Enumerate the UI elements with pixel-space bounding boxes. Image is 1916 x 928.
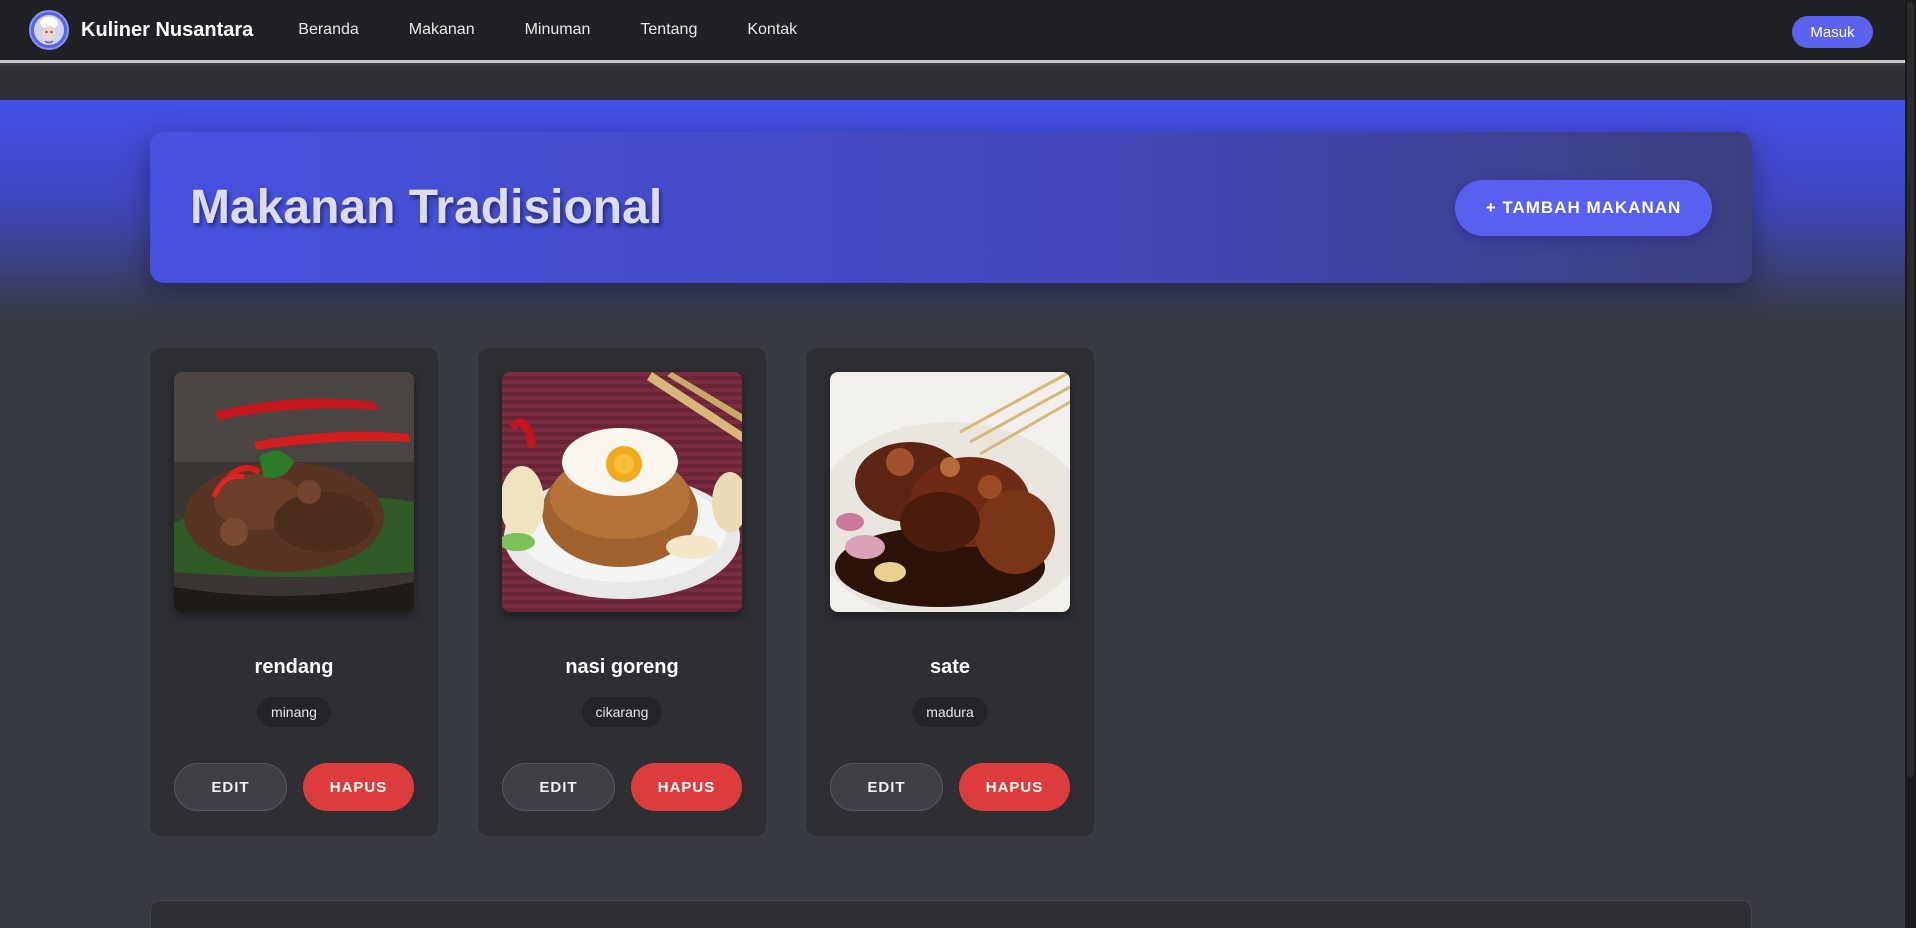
- edit-button[interactable]: EDIT: [174, 763, 287, 811]
- food-card-list: rendang minang EDIT HAPUS nasi goreng ci…: [150, 348, 1134, 836]
- nav-link-minuman[interactable]: Minuman: [525, 21, 591, 39]
- delete-button[interactable]: HAPUS: [959, 763, 1070, 811]
- nav-links: Beranda Makanan Minuman Tentang Kontak: [298, 21, 847, 39]
- nav-link-tentang[interactable]: Tentang: [640, 21, 697, 39]
- scrollbar-thumb[interactable]: [1907, 2, 1914, 777]
- add-food-button[interactable]: + TAMBAH MAKANAN: [1455, 179, 1712, 236]
- food-card: nasi goreng cikarang EDIT HAPUS: [478, 348, 766, 836]
- login-button[interactable]: Masuk: [1792, 16, 1873, 48]
- chef-logo-icon: [29, 10, 69, 50]
- food-name: rendang: [254, 656, 334, 678]
- card-actions: EDIT HAPUS: [502, 763, 742, 811]
- navbar: Kuliner Nusantara Beranda Makanan Minuma…: [0, 0, 1905, 63]
- subbar: [0, 66, 1905, 100]
- origin-badge: minang: [257, 697, 331, 727]
- card-actions: EDIT HAPUS: [830, 763, 1070, 811]
- food-image-rendang: [174, 372, 414, 612]
- nav-link-kontak[interactable]: Kontak: [747, 21, 797, 39]
- origin-badge: madura: [912, 697, 988, 727]
- food-card: rendang minang EDIT HAPUS: [150, 348, 438, 836]
- food-name: nasi goreng: [565, 656, 679, 678]
- hero-card: Makanan Tradisional + TAMBAH MAKANAN: [150, 132, 1752, 283]
- food-image-sate: [830, 372, 1070, 612]
- edit-button[interactable]: EDIT: [502, 763, 615, 811]
- card-actions: EDIT HAPUS: [174, 763, 414, 811]
- page-title: Makanan Tradisional: [190, 181, 663, 234]
- nav-link-makanan[interactable]: Makanan: [409, 21, 475, 39]
- food-name: sate: [929, 656, 971, 678]
- origin-badge: cikarang: [581, 697, 663, 727]
- food-image-nasi-goreng: [502, 372, 742, 612]
- nav-link-beranda[interactable]: Beranda: [298, 21, 359, 39]
- food-card: sate madura EDIT HAPUS: [806, 348, 1094, 836]
- bottom-panel: [150, 900, 1752, 928]
- brand-name: Kuliner Nusantara: [81, 18, 254, 41]
- delete-button[interactable]: HAPUS: [631, 763, 742, 811]
- edit-button[interactable]: EDIT: [830, 763, 943, 811]
- delete-button[interactable]: HAPUS: [303, 763, 414, 811]
- page-scrollbar[interactable]: [1905, 0, 1916, 928]
- brand[interactable]: Kuliner Nusantara: [29, 10, 253, 50]
